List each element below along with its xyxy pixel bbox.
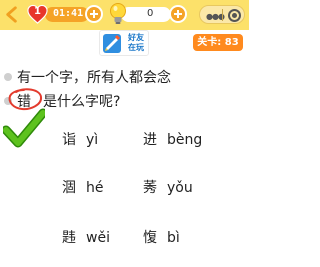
timer-text: 01:41 xyxy=(53,8,84,19)
question-line-1: 有一个字，所有人都会念 xyxy=(17,70,171,86)
option-pinyin: wěi xyxy=(86,230,110,246)
mini-program-capsule: ●●● xyxy=(199,5,245,24)
answer-option[interactable]: 进 bèng xyxy=(143,129,202,149)
add-hint-button[interactable] xyxy=(169,5,187,23)
option-char: 愎 xyxy=(143,230,157,246)
lives-count: 1 xyxy=(34,6,41,17)
option-pinyin: yì xyxy=(86,132,99,148)
option-char: 韪 xyxy=(62,230,76,246)
hint-counter: 0 xyxy=(121,7,171,22)
game-logo-icon xyxy=(103,34,121,53)
hint-bulb-icon[interactable] xyxy=(108,2,128,26)
friends-playing-label: 好友 在玩 xyxy=(123,33,149,53)
friends-playing-button[interactable]: 好友 在玩 xyxy=(99,30,149,56)
answer-option[interactable]: 愎 bì xyxy=(143,227,180,247)
question-line-2: 是什么字呢? xyxy=(43,94,121,110)
timer-display: 01:41 xyxy=(45,7,89,22)
checkmark-icon xyxy=(3,108,45,148)
top-bar: 01:41 1 0 ●●● xyxy=(0,0,249,30)
option-pinyin: bì xyxy=(167,230,180,246)
answer-option[interactable]: 韪 wěi xyxy=(62,227,110,247)
add-time-button[interactable] xyxy=(85,5,103,23)
friends-playing-line2: 在玩 xyxy=(128,43,144,52)
level-badge: 关卡: 83 xyxy=(193,34,243,51)
option-pinyin: bèng xyxy=(167,132,203,148)
option-char: 莠 xyxy=(143,180,157,196)
lives-heart-icon: 1 xyxy=(27,4,48,25)
capsule-divider xyxy=(222,9,223,21)
question-bullet-1 xyxy=(4,73,12,81)
option-pinyin: hé xyxy=(86,180,104,196)
option-char: 诣 xyxy=(62,132,76,148)
level-text: 关卡: 83 xyxy=(197,37,239,48)
answer-option[interactable]: 莠 yǒu xyxy=(143,177,193,197)
option-pinyin: yǒu xyxy=(167,180,193,196)
hint-count: 0 xyxy=(147,8,154,19)
back-icon[interactable] xyxy=(3,5,22,24)
option-char: 涸 xyxy=(62,180,76,196)
friends-playing-line1: 好友 xyxy=(128,33,144,42)
option-char: 进 xyxy=(143,132,157,148)
close-icon[interactable] xyxy=(228,9,241,22)
answer-option[interactable]: 诣 yì xyxy=(62,129,98,149)
answer-option[interactable]: 涸 hé xyxy=(62,177,104,197)
